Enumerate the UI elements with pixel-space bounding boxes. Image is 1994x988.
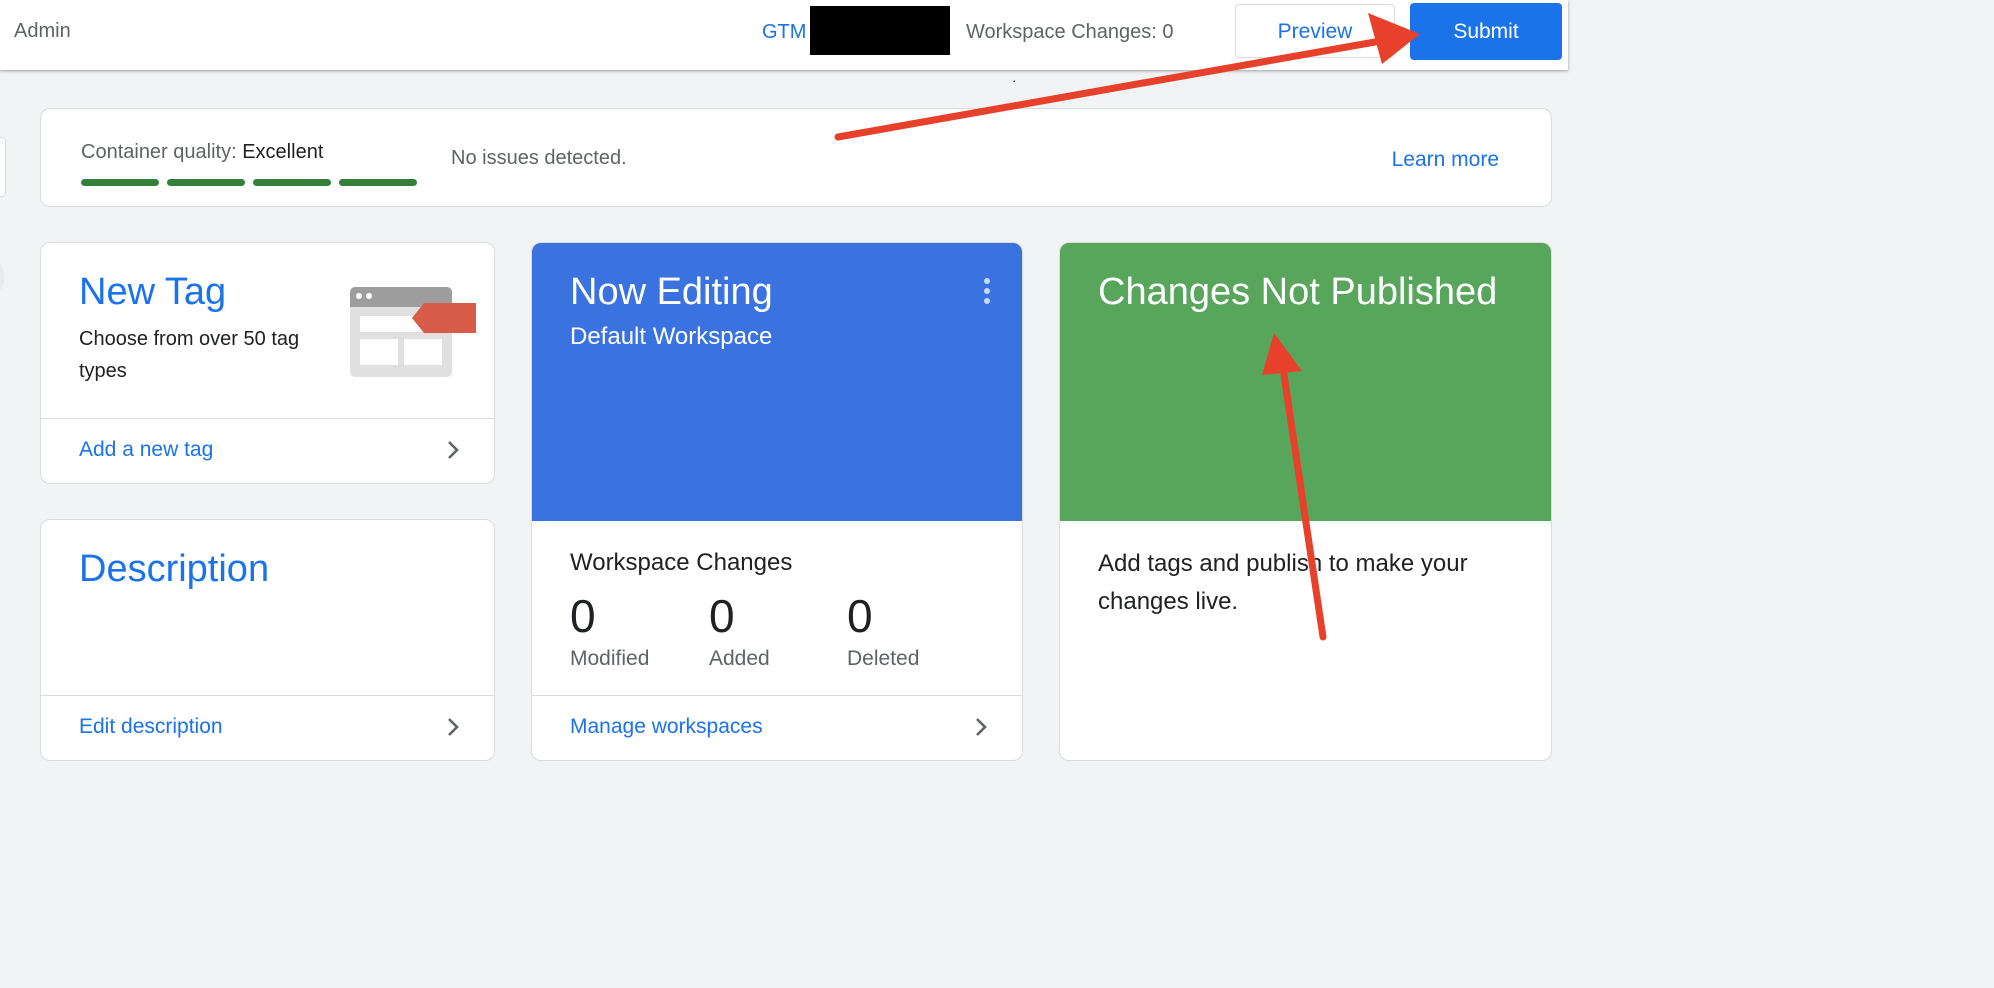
new-tag-title[interactable]: New Tag: [79, 271, 226, 314]
chevron-right-icon: [448, 441, 459, 459]
quality-bar: [81, 179, 159, 186]
quality-bar: [339, 179, 417, 186]
top-bar: Admin GTM Workspace Changes: 0 Preview S…: [0, 0, 1568, 70]
stray-dot: ·: [1012, 72, 1017, 88]
stat-added: 0 Added: [709, 591, 770, 671]
quality-meter: [81, 179, 417, 186]
chevron-right-icon: [976, 718, 987, 736]
new-tag-subtitle: Choose from over 50 tag types: [79, 328, 300, 382]
quality-bar: [167, 179, 245, 186]
preview-button[interactable]: Preview: [1235, 4, 1395, 58]
stat-value: 0: [570, 590, 596, 642]
description-card: Description Edit description: [40, 519, 495, 761]
chevron-right-icon: [448, 718, 459, 736]
container-id-link[interactable]: GTM: [762, 21, 806, 44]
tag-illustration-icon: [350, 287, 476, 377]
now-editing-footer[interactable]: Manage workspaces: [532, 695, 1022, 760]
add-new-tag-link[interactable]: Add a new tag: [79, 438, 213, 462]
container-quality-card: Container quality: Excellent No issues d…: [40, 108, 1552, 207]
changes-not-published-card: Changes Not Published Add tags and publi…: [1059, 242, 1552, 761]
learn-more-link[interactable]: Learn more: [1392, 148, 1499, 172]
description-footer[interactable]: Edit description: [41, 695, 494, 760]
stat-label: Deleted: [847, 647, 920, 670]
admin-tab[interactable]: Admin: [14, 20, 71, 43]
submit-button[interactable]: Submit: [1410, 3, 1562, 60]
more-vert-icon[interactable]: [984, 278, 990, 306]
now-editing-card: Now Editing Default Workspace Workspace …: [531, 242, 1023, 761]
quality-label-text: Container quality:: [81, 141, 237, 163]
new-tag-card: New Tag Choose from over 50 tag types Ad…: [40, 242, 495, 484]
description-title: Description: [79, 548, 270, 590]
stat-modified: 0 Modified: [570, 591, 649, 671]
container-quality-label: Container quality: Excellent: [81, 141, 323, 164]
workspace-changes-heading: Workspace Changes: [570, 549, 793, 576]
quality-bar: [253, 179, 331, 186]
sidebar-edge-circle: [0, 260, 4, 294]
quality-value: Excellent: [242, 141, 324, 163]
redacted-container-id: [810, 6, 950, 55]
workspace-changes-count: Workspace Changes: 0: [966, 21, 1174, 43]
stat-label: Modified: [570, 647, 650, 670]
stat-label: Added: [709, 647, 770, 670]
not-published-header: Changes Not Published: [1060, 243, 1551, 521]
now-editing-title: Now Editing: [570, 271, 773, 313]
stat-value: 0: [847, 590, 873, 642]
not-published-message: Add tags and publish to make your change…: [1098, 550, 1468, 615]
manage-workspaces-link[interactable]: Manage workspaces: [570, 715, 763, 739]
edit-description-link[interactable]: Edit description: [79, 715, 223, 739]
workspace-name: Default Workspace: [570, 323, 773, 350]
sidebar-edge: [0, 137, 6, 197]
quality-issues-text: No issues detected.: [451, 147, 627, 169]
now-editing-header: Now Editing Default Workspace: [532, 243, 1022, 521]
stat-deleted: 0 Deleted: [847, 591, 919, 671]
stat-value: 0: [709, 590, 735, 642]
not-published-title: Changes Not Published: [1098, 271, 1498, 313]
new-tag-footer[interactable]: Add a new tag: [41, 418, 494, 483]
